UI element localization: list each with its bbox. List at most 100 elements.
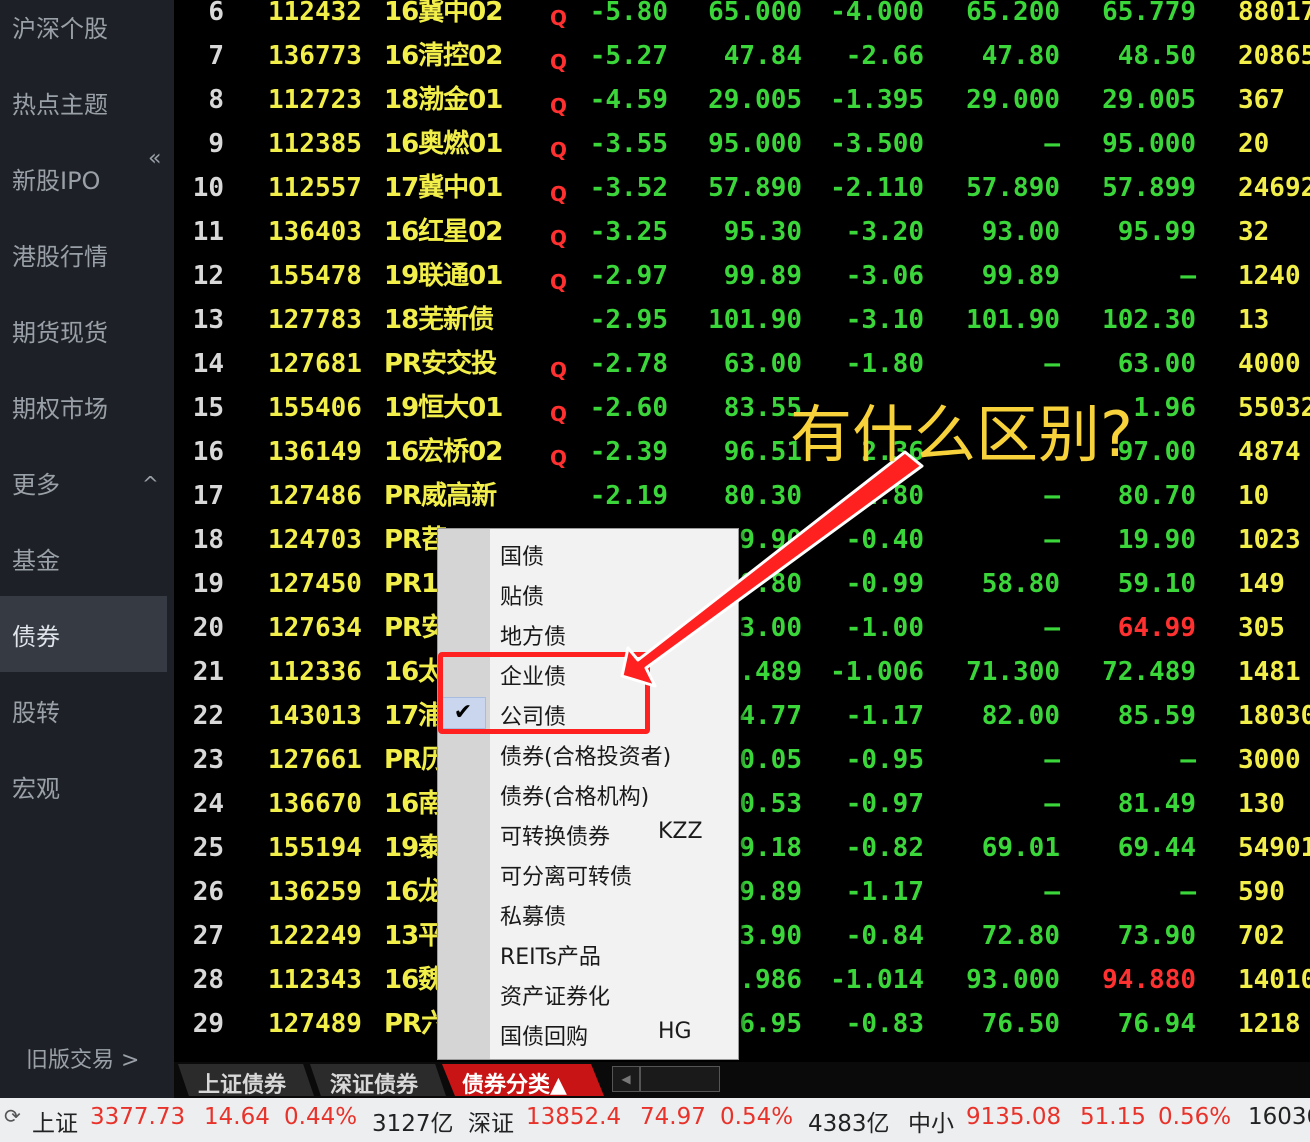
table-row[interactable]: 9 112385 16奥燃01 Q -3.55 95.000 -3.500—95.000 20	[174, 129, 1310, 176]
menu-item[interactable]: 国债回购 HG	[438, 1013, 738, 1053]
table-row[interactable]: 18 124703 PR苕 9.90 -0.40—19.90 1023	[174, 525, 1310, 572]
high-price: 59.10	[1117, 569, 1196, 599]
refresh-icon[interactable]: ⟳	[4, 1104, 21, 1128]
change-amount: -3.10	[845, 305, 924, 335]
table-row[interactable]: 14 127681 PR安交投 Q -2.78 63.00 -1.80—63.00 4000	[174, 349, 1310, 396]
table-row[interactable]: 15 155406 19恒大01 Q -2.60 83.55 1.96 55032	[174, 393, 1310, 440]
bond-code: 143013	[268, 701, 362, 731]
row-index: 24	[192, 789, 224, 819]
table-row[interactable]: 7 136773 16清控02 Q -5.27 47.84 -2.66 47.80 48.50 2…	[174, 41, 1310, 88]
bond-code: 136149	[268, 437, 362, 467]
high-price: 48.50	[1117, 41, 1196, 71]
sidebar-item-futures[interactable]: 期货现货	[0, 292, 167, 368]
table-row[interactable]: 21 112336 16太 2.489 -1.006 71.300 72.489 1481	[174, 659, 1310, 704]
row-index: 9	[208, 129, 224, 159]
table-row[interactable]: 17 127486 PR威高新 -2.19 80.30 1.80 — 80.70 10	[174, 481, 1310, 528]
change-pct: -3.25	[589, 217, 668, 247]
sidebar-item-hot-topics[interactable]: 热点主题	[0, 64, 167, 140]
menu-item[interactable]: 私募债	[438, 893, 738, 933]
volume: 367	[1238, 85, 1285, 115]
volume: 590	[1238, 877, 1285, 907]
last-price: 29.005	[708, 85, 802, 115]
chevron-up-icon[interactable]: ^	[142, 472, 159, 496]
sidebar-item-neeq[interactable]: 股转	[0, 672, 167, 748]
table-row[interactable]: 11 136403 16红星02 Q -3.25 95.30 -3.20 93.00 95.99…	[174, 217, 1310, 264]
table-row[interactable]: 10 112557 17冀中01 Q -3.52 57.890 -2.110 57.890 57…	[174, 173, 1310, 220]
volume: 4874	[1238, 437, 1301, 467]
tab-sh-bonds[interactable]: 上证债券	[178, 1064, 314, 1096]
row-index: 26	[192, 877, 224, 907]
bond-code: 127681	[268, 349, 362, 379]
sidebar-item-options[interactable]: 期权市场	[0, 368, 167, 444]
bond-name: PR威高新	[384, 481, 497, 511]
bond-code: 112557	[268, 173, 362, 203]
bond-name: 18渤金01	[384, 85, 503, 115]
legacy-trading-link[interactable]: 旧版交易 >	[26, 1042, 139, 1074]
bond-code: 155478	[268, 261, 362, 291]
row-index: 8	[208, 85, 224, 115]
volume: 13	[1238, 305, 1270, 335]
menu-item[interactable]: 可转换债券 KZZ	[438, 813, 738, 853]
change-pct: -3.52	[589, 173, 668, 203]
sme-amount: 16036	[1248, 1104, 1310, 1130]
table-row[interactable]: 20 127634 PR安 63.00 -1.00—64.99 305	[174, 615, 1310, 660]
sidebar-item-hk-stocks[interactable]: 港股行情	[0, 216, 167, 292]
menu-item[interactable]: 资产证券化	[438, 973, 738, 1013]
scroll-left-icon[interactable]: ◀	[612, 1066, 640, 1092]
last-price: 47.84	[723, 41, 802, 71]
menu-item[interactable]: 国债	[438, 533, 738, 573]
change-amount: -0.82	[845, 833, 924, 863]
row-index: 23	[192, 745, 224, 775]
sidebar-item-bonds[interactable]: 债券	[0, 596, 167, 672]
table-row[interactable]: 25 155194 19泰 69.18 -0.82 69.01 69.44 54901	[174, 833, 1310, 880]
change-amount: -1.17	[845, 701, 924, 731]
bond-name: 16龙	[384, 877, 444, 907]
menu-item[interactable]: 债券(合格投资者)	[438, 733, 738, 773]
table-row[interactable]: 28 112343 16魏 2.986 -1.014 93.000 94.880 14010	[174, 965, 1310, 1012]
sidebar-item-ipo[interactable]: 新股IPO	[0, 140, 167, 216]
table-row[interactable]: 22 143013 17浦 84.77 -1.17 82.00 85.59 18030	[174, 701, 1310, 748]
bond-name: 16冀中02	[384, 0, 503, 27]
table-row[interactable]: 6 112432 16冀中02 Q -5.80 65.000 -4.000 65.200 65.…	[174, 0, 1310, 44]
menu-item-shortcut: KZZ	[658, 819, 703, 844]
bond-code: 112343	[268, 965, 362, 995]
table-row[interactable]: 24 136670 16南 80.53 -0.97—81.49 130	[174, 789, 1310, 836]
open-price: 93.00	[981, 217, 1060, 247]
change-amount: -2.66	[845, 41, 924, 71]
sidebar-item-a-shares[interactable]: 沪深个股	[0, 0, 167, 64]
menu-item[interactable]: 地方债	[438, 613, 738, 653]
menu-item[interactable]: REITs产品	[438, 933, 738, 973]
volume: 1023	[1238, 525, 1301, 555]
sidebar-item-funds[interactable]: 基金	[0, 520, 167, 596]
open-price: —	[1044, 129, 1060, 159]
tab-bond-category[interactable]: 债券分类▲	[442, 1064, 604, 1096]
open-price: 57.890	[966, 173, 1060, 203]
table-row[interactable]: 12 155478 19联通01 Q -2.97 99.89 -3.06 99.89—1240	[174, 261, 1310, 308]
volume: 18030	[1238, 701, 1310, 731]
bond-code: 136670	[268, 789, 362, 819]
table-row[interactable]: 8 112723 18渤金01 Q -4.59 29.005 -1.395 29.000 29.…	[174, 85, 1310, 132]
volume: 14010	[1238, 965, 1310, 995]
table-row[interactable]: 27 122249 13平 73.90 -0.84 72.80 73.90 702	[174, 923, 1310, 968]
menu-item[interactable]: 贴债	[438, 573, 738, 613]
table-row[interactable]: 16 136149 16宏桥02 Q -2.39 96.51 2.36 97.00 4874	[174, 437, 1310, 484]
volume: 1240	[1238, 261, 1301, 291]
table-row[interactable]: 26 136259 16龙 99.89 -1.17— —590	[174, 877, 1310, 924]
menu-item[interactable]: 可分离可转债	[438, 853, 738, 893]
open-price: 93.000	[966, 965, 1060, 995]
tab-sz-bonds[interactable]: 深证债券	[310, 1064, 446, 1096]
bond-code: 127489	[268, 1009, 362, 1039]
table-row[interactable]: 19 127450 PR1 0.80 -0.99 58.80 59.10 149	[174, 569, 1310, 616]
row-index: 12	[192, 261, 224, 291]
high-price: 69.44	[1117, 833, 1196, 863]
table-row[interactable]: 13 127783 18芜新债 -2.95 101.90 -3.10 101.90 102.3…	[174, 305, 1310, 352]
menu-item[interactable]: 债券(合格机构)	[438, 773, 738, 813]
table-row[interactable]: 23 127661 PR历 70.05 -0.95— —3000	[174, 745, 1310, 792]
table-row[interactable]: 29 127489 PR六 76.95 -0.83 76.50 76.94 1218	[174, 1009, 1310, 1056]
menu-item-label: 债券(合格机构)	[500, 785, 650, 810]
bond-name: 19恒大01	[384, 393, 503, 423]
collapse-sidebar-icon[interactable]: «	[148, 146, 161, 171]
last-price: 80.30	[723, 481, 802, 511]
sidebar-item-macro[interactable]: 宏观	[0, 748, 167, 824]
horizontal-scrollbar[interactable]	[640, 1066, 720, 1092]
